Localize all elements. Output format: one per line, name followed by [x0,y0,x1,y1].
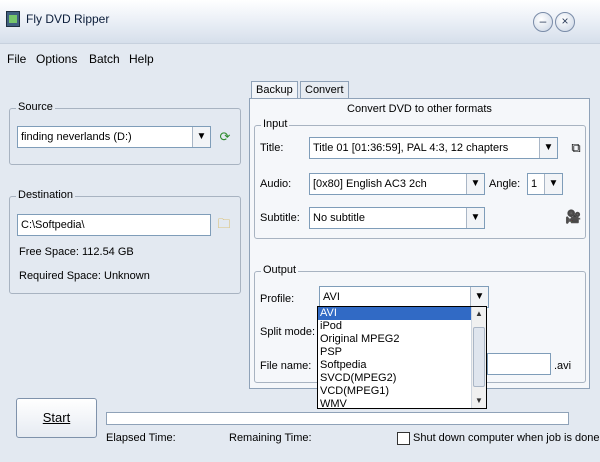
tab-convert[interactable]: Convert [300,81,349,99]
source-drive-value: finding neverlands (D:) [21,131,132,143]
profile-option[interactable]: AVI [318,307,486,320]
menu-help[interactable]: Help [129,52,154,66]
angle-value: 1 [531,178,538,190]
menu-options[interactable]: Options [36,52,77,66]
profile-label: Profile: [260,293,295,305]
progress-bar [106,412,569,425]
profile-option[interactable]: Softpedia [318,359,486,372]
panel-title: Convert DVD to other formats [347,103,492,115]
folder-icon[interactable]: 🗀 [216,216,232,232]
tab-backup[interactable]: Backup [251,81,298,99]
menu-batch[interactable]: Batch [89,52,120,66]
elapsed-time-label: Elapsed Time: [106,432,176,444]
chevron-down-icon[interactable]: ▼ [466,208,484,228]
minimize-button[interactable]: – [533,12,553,32]
title-value: Title 01 [01:36:59], PAL 4:3, 12 chapter… [313,142,509,154]
profile-option[interactable]: VCD(MPEG1) [318,385,486,398]
file-extension: .avi [554,360,572,372]
source-drive-select[interactable]: finding neverlands (D:) ▼ [17,126,211,148]
profile-option[interactable]: WMV [318,398,486,411]
window-title: Fly DVD Ripper [26,12,110,26]
chevron-down-icon[interactable]: ▼ [544,174,562,194]
title-label: Title: [260,142,284,154]
title-bar: Fly DVD Ripper – × [0,0,600,44]
shutdown-checkbox[interactable] [397,432,410,445]
subtitle-label: Subtitle: [260,212,300,224]
copy-icon[interactable]: ⧉ [568,140,584,156]
angle-select[interactable]: 1 ▼ [527,173,563,195]
audio-select[interactable]: [0x80] English AC3 2ch ▼ [309,173,485,195]
profile-value: AVI [323,291,340,303]
source-group: Source finding neverlands (D:) ▼ ⟳ [9,101,241,165]
subtitle-value: No subtitle [313,212,365,224]
free-space-text: Free Space: 112.54 GB [19,246,134,258]
required-space-text: Required Space: Unknown [19,270,150,282]
profile-option[interactable]: Original MPEG2 [318,333,486,346]
destination-group: Destination C:\Softpedia\ 🗀 Free Space: … [9,189,241,294]
scroll-thumb[interactable] [473,327,485,387]
video-camera-icon[interactable]: 🎥 [565,209,581,225]
split-mode-label: Split mode: [260,326,316,338]
destination-label: Destination [16,189,76,201]
menu-file[interactable]: File [7,52,26,66]
remaining-time-label: Remaining Time: [229,432,312,444]
chevron-down-icon[interactable]: ▼ [192,127,210,147]
close-button[interactable]: × [555,12,575,32]
title-select[interactable]: Title 01 [01:36:59], PAL 4:3, 12 chapter… [309,137,558,159]
start-button-label: Start [42,410,71,425]
input-label: Input [261,118,290,130]
profile-option[interactable]: PSP [318,346,486,359]
scroll-up-icon[interactable]: ▲ [473,308,485,320]
audio-value: [0x80] English AC3 2ch [313,178,427,190]
profile-dropdown-list: AVI iPod Original MPEG2 PSP Softpedia SVCD(MP… [317,306,487,411]
refresh-icon[interactable]: ⟳ [217,129,233,145]
file-name-label: File name: [260,360,312,372]
film-app-icon [6,11,20,27]
subtitle-select[interactable]: No subtitle ▼ [309,207,485,229]
chevron-down-icon[interactable]: ▼ [539,138,557,158]
chevron-down-icon[interactable]: ▼ [470,287,488,307]
menu-bar: File Options Batch Help [0,46,600,72]
scrollbar[interactable]: ▲ ▼ [471,307,486,408]
destination-path-input[interactable]: C:\Softpedia\ [17,214,211,236]
destination-path-value: C:\Softpedia\ [21,219,85,231]
output-label: Output [261,264,299,276]
scroll-down-icon[interactable]: ▼ [473,395,485,407]
start-button[interactable]: Start [16,398,97,438]
source-label: Source [16,101,55,113]
input-group: Input Title: Title 01 [01:36:59], PAL 4:… [254,118,586,239]
audio-label: Audio: [260,178,292,190]
chevron-down-icon[interactable]: ▼ [466,174,484,194]
profile-option[interactable]: SVCD(MPEG2) [318,372,486,385]
app-window: Fly DVD Ripper – × File Options Batch He… [0,0,600,462]
shutdown-label: Shut down computer when job is done [413,432,600,444]
angle-label: Angle: [489,178,521,190]
profile-select[interactable]: AVI ▼ [319,286,489,308]
profile-option[interactable]: iPod [318,320,486,333]
file-name-input[interactable] [487,353,551,375]
